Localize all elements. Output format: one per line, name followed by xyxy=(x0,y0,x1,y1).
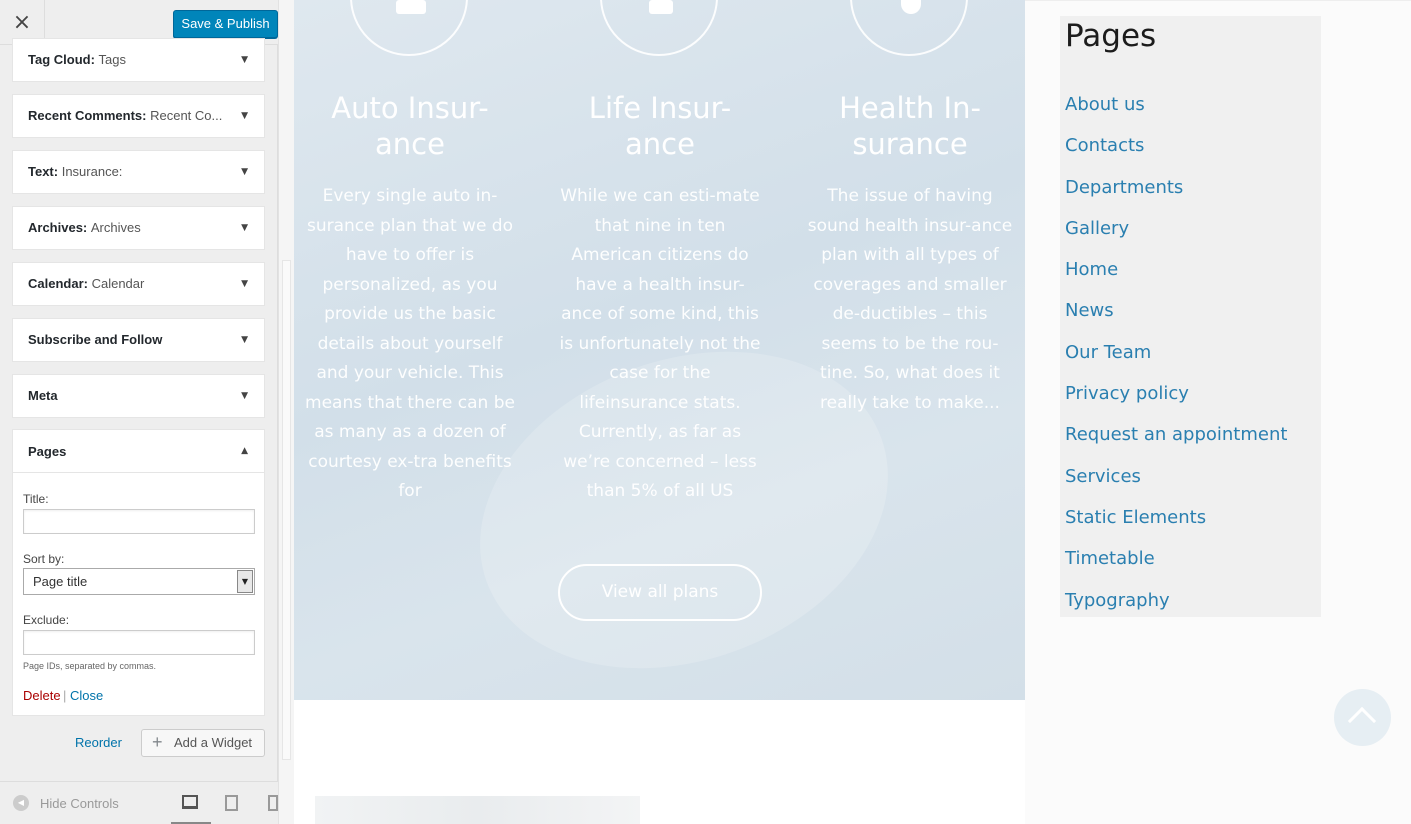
chevron-down-icon[interactable]: ▼ xyxy=(237,570,253,593)
delete-link[interactable]: Delete xyxy=(23,688,61,703)
reorder-link[interactable]: Reorder xyxy=(75,735,122,750)
expand-arrow-icon[interactable]: ▼ xyxy=(241,263,248,305)
pages-link[interactable]: Request an appointment xyxy=(1065,414,1287,455)
pages-link[interactable]: Our Team xyxy=(1065,332,1287,373)
back-to-top-button[interactable] xyxy=(1334,689,1391,746)
health-icon xyxy=(850,0,968,56)
pages-link[interactable]: Privacy policy xyxy=(1065,373,1287,414)
exclude-label: Exclude: xyxy=(23,613,70,627)
mobile-icon[interactable] xyxy=(268,795,278,811)
widget-subtitle: Tags xyxy=(98,52,127,67)
pages-link[interactable]: Timetable xyxy=(1065,538,1287,579)
pages-link[interactable]: Contacts xyxy=(1065,125,1287,166)
scrollbar-thumb[interactable] xyxy=(282,260,291,760)
widget-row[interactable]: Subscribe and Follow ▼ xyxy=(12,318,265,362)
widget-row[interactable]: Text: Insurance: ▼ xyxy=(12,150,265,194)
pages-link[interactable]: Departments xyxy=(1065,167,1287,208)
widget-pages-title: Pages xyxy=(28,444,67,459)
widget-subtitle: Recent Co... xyxy=(150,108,223,123)
life-insurance-title: Life Insur- ance xyxy=(588,91,732,161)
pages-widget-preview: Pages About us Contacts Departments Gallery… xyxy=(1060,16,1321,617)
widget-title: Subscribe and Follow xyxy=(28,319,162,361)
expand-arrow-icon[interactable]: ▼ xyxy=(241,319,248,361)
widget-pages-header[interactable]: Pages ▲ xyxy=(13,430,264,473)
plus-icon: + xyxy=(152,732,163,752)
health-insurance-title: Health In- surance xyxy=(839,91,981,161)
expand-arrow-icon[interactable]: ▼ xyxy=(241,207,248,249)
widget-row[interactable]: Tag Cloud: Tags ▼ xyxy=(12,38,265,82)
widget-row[interactable]: Archives: Archives ▼ xyxy=(12,206,265,250)
add-widget-label: Add a Widget xyxy=(174,735,253,750)
title-label: Title: xyxy=(23,492,49,506)
expand-arrow-icon[interactable]: ▼ xyxy=(241,151,248,193)
widget-name: Subscribe and Follow xyxy=(28,332,163,347)
pages-link[interactable]: Typography xyxy=(1065,580,1287,621)
widget-title: Calendar: Calendar xyxy=(28,276,145,291)
widget-title: Meta xyxy=(28,375,58,417)
customizer-sidebar: × Save & Publish Tag Cloud: Tags ▼ Recent … xyxy=(0,0,278,824)
widget-row[interactable]: Recent Comments: Recent Co... ▼ xyxy=(12,94,265,138)
sort-by-value: Page title xyxy=(33,574,88,589)
widget-name: Text xyxy=(28,164,54,179)
chevron-up-icon xyxy=(1347,706,1377,736)
widget-title: Text: Insurance: xyxy=(28,164,123,179)
sort-by-select[interactable]: Page title ▼ xyxy=(23,568,255,595)
title-input[interactable] xyxy=(23,509,255,534)
widget-subtitle: Archives xyxy=(90,220,141,235)
pages-link[interactable]: Home xyxy=(1065,249,1287,290)
customizer-footer: ◀ Hide Controls xyxy=(0,781,278,824)
widget-title: Tag Cloud: Tags xyxy=(28,52,127,67)
widget-name: Tag Cloud xyxy=(28,52,91,67)
save-publish-button[interactable]: Save & Publish xyxy=(173,10,278,38)
collapse-arrow-icon[interactable]: ▲ xyxy=(241,430,248,473)
exclude-help-text: Page IDs, separated by commas. xyxy=(23,661,157,671)
link-separator: | xyxy=(63,688,67,703)
widget-name: Recent Comments xyxy=(28,108,143,123)
exclude-input[interactable] xyxy=(23,630,255,655)
add-widget-button[interactable]: + Add a Widget xyxy=(141,729,265,757)
insurance-hero-section: Auto Insur- ance Life Insur- ance Health… xyxy=(294,0,1025,700)
pages-link[interactable]: About us xyxy=(1065,84,1287,125)
view-all-plans-button[interactable]: View all plans xyxy=(558,564,762,621)
life-icon xyxy=(600,0,718,56)
close-link[interactable]: Close xyxy=(70,688,103,703)
pages-link[interactable]: Gallery xyxy=(1065,208,1287,249)
expand-arrow-icon[interactable]: ▼ xyxy=(241,375,248,417)
auto-insurance-text: Every single auto in-surance plan that w… xyxy=(305,186,515,501)
health-insurance-text: The issue of having sound health insur-a… xyxy=(807,186,1013,413)
sidebar-scrollbar[interactable] xyxy=(278,0,294,824)
sort-by-label: Sort by: xyxy=(23,552,65,566)
pages-link[interactable]: Static Elements xyxy=(1065,497,1287,538)
life-insurance-text: While we can esti-mate that nine in ten … xyxy=(559,186,761,501)
pages-widget-heading: Pages xyxy=(1065,18,1157,54)
collapse-sidebar-icon[interactable]: ◀ xyxy=(13,795,29,811)
widget-name: Meta xyxy=(28,388,58,403)
widget-subtitle: Calendar xyxy=(91,276,145,291)
widget-row[interactable]: Calendar: Calendar ▼ xyxy=(12,262,265,306)
pages-link[interactable]: News xyxy=(1065,290,1287,331)
car-icon xyxy=(350,0,468,56)
expand-arrow-icon[interactable]: ▼ xyxy=(241,39,248,81)
widget-subtitle: Insurance: xyxy=(61,164,123,179)
expand-arrow-icon[interactable]: ▼ xyxy=(241,95,248,137)
hide-controls-button[interactable]: Hide Controls xyxy=(40,796,119,811)
pages-link[interactable]: Services xyxy=(1065,456,1287,497)
tablet-icon[interactable] xyxy=(225,795,238,811)
desktop-icon[interactable] xyxy=(182,795,198,809)
widget-name: Calendar xyxy=(28,276,84,291)
widget-title: Recent Comments: Recent Co... xyxy=(28,108,223,123)
widget-name: Archives xyxy=(28,220,83,235)
widget-pages-expanded: Pages ▲ Title: Sort by: Page title ▼ Exc… xyxy=(12,429,265,716)
auto-insurance-title: Auto Insur- ance xyxy=(331,91,489,161)
widget-title: Archives: Archives xyxy=(28,220,141,235)
pages-link-list: About us Contacts Departments Gallery Home Ne… xyxy=(1065,84,1287,621)
widget-row[interactable]: Meta ▼ xyxy=(12,374,265,418)
content-image xyxy=(315,796,640,824)
